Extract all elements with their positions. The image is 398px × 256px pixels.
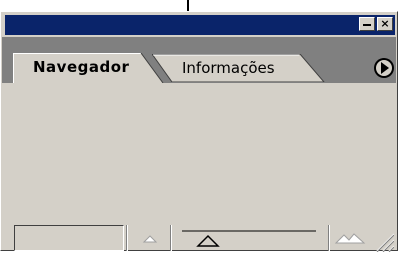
- zoom-out-button[interactable]: [128, 225, 168, 251]
- minimize-icon: [363, 24, 371, 26]
- small-mountain-icon: [142, 235, 158, 243]
- tab-informacoes[interactable]: Informações: [152, 54, 327, 82]
- palette-titlebar[interactable]: ×: [5, 15, 395, 35]
- close-icon: ×: [380, 17, 390, 30]
- navigator-preview-area: [12, 83, 394, 237]
- close-button[interactable]: ×: [377, 17, 393, 31]
- zoom-in-button[interactable]: [330, 225, 370, 251]
- play-right-icon: [374, 58, 394, 78]
- large-mountain-icon: [334, 233, 366, 244]
- tab-strip: Informações Navegador: [2, 37, 396, 83]
- tab-navegador[interactable]: Navegador: [13, 53, 173, 83]
- navigator-controls: [12, 222, 395, 253]
- palette-menu-button[interactable]: [373, 57, 395, 79]
- cursor-line: [187, 0, 189, 11]
- tab-label: Navegador: [33, 58, 130, 76]
- resize-grip[interactable]: [374, 232, 395, 253]
- navigator-palette: × Informações Navegador: [0, 11, 398, 253]
- zoom-slider[interactable]: [172, 225, 326, 251]
- slider-thumb: [196, 234, 220, 247]
- resize-grip-icon: [375, 233, 395, 253]
- tab-label: Informações: [182, 59, 275, 77]
- zoom-percent-field[interactable]: [14, 225, 124, 251]
- minimize-button[interactable]: [359, 17, 375, 31]
- slider-track: [182, 230, 316, 247]
